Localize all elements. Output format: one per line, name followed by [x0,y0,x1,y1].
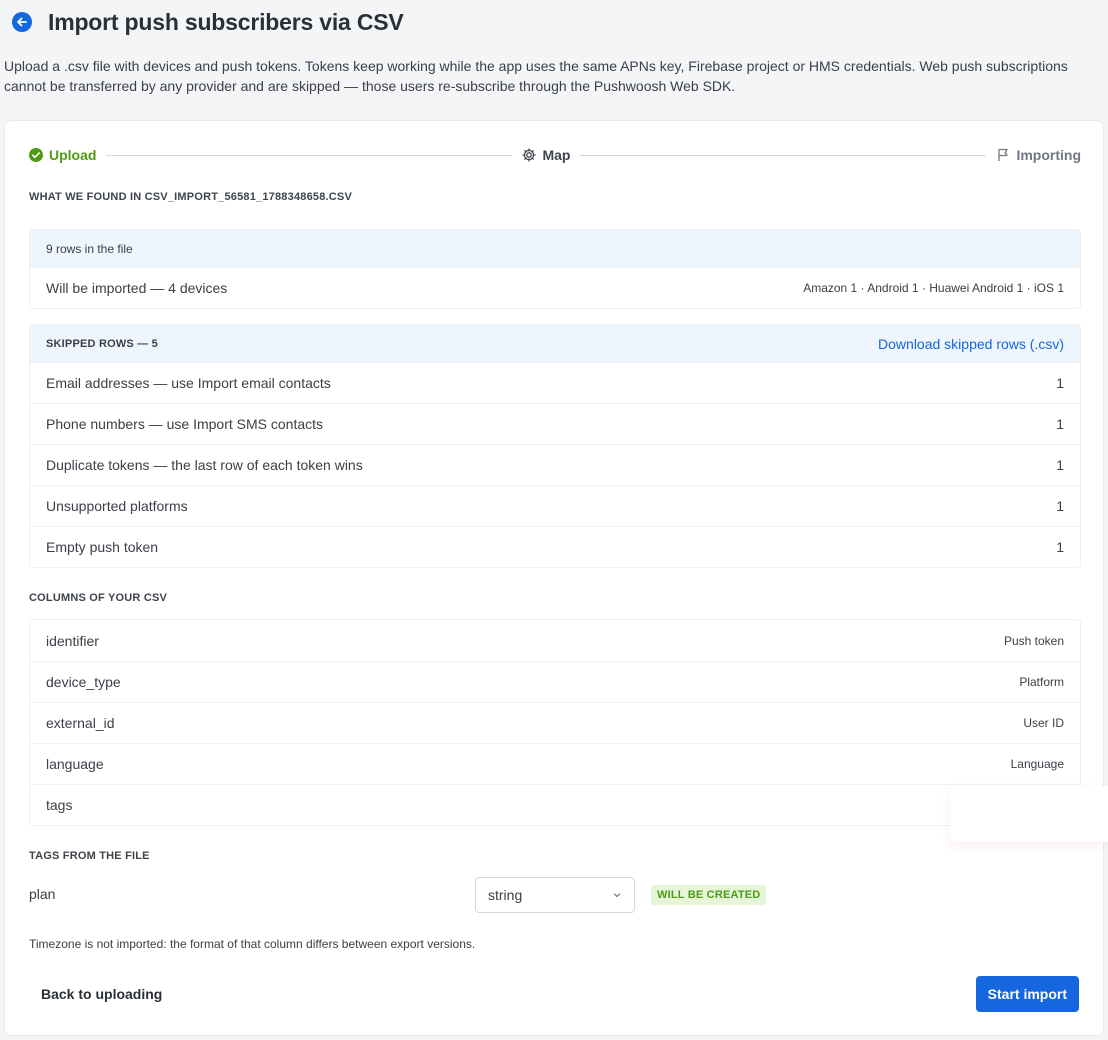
step-upload: Upload [29,147,96,163]
back-button[interactable] [12,12,32,32]
column-name: language [46,756,104,772]
timezone-note: Timezone is not imported: the format of … [29,937,476,951]
skipped-row-count: 1 [1056,375,1064,391]
skipped-row-label: Phone numbers — use Import SMS contacts [46,416,324,432]
skipped-row-count: 1 [1056,457,1064,473]
column-name: external_id [46,715,115,731]
step-map-label: Map [542,147,571,163]
gear-icon [522,148,537,162]
step-connector [106,154,513,156]
skipped-row-label: Email addresses — use Import email conta… [46,375,331,391]
skipped-panel-head: Skipped rows — 5 Download skipped rows (… [30,325,1080,362]
import-card: Upload Map Importing What we found in cs… [4,120,1104,1036]
page-header: Import push subscribers via CSV [12,8,404,36]
found-section-title: What we found in csv_import_56581_178834… [29,191,353,203]
skipped-row: Unsupported platforms 1 [30,485,1080,526]
column-row: device_type Platform [30,661,1080,702]
skipped-row: Duplicate tokens — the last row of each … [30,444,1080,485]
step-upload-label: Upload [49,147,97,163]
step-importing: Importing [996,147,1081,163]
toast-placeholder [950,786,1108,842]
columns-panel: identifier Push token device_type Platfo… [29,619,1081,826]
skipped-row-label: Unsupported platforms [46,498,188,514]
column-name: identifier [46,632,99,649]
rows-in-file: 9 rows in the file [46,241,133,256]
skipped-row-label: Empty push token [46,539,159,555]
status-badge: WILL BE CREATED [651,885,767,905]
download-skipped-link[interactable]: Download skipped rows (.csv) [878,336,1064,352]
skipped-row-count: 1 [1056,539,1064,555]
found-panel-head: 9 rows in the file [30,230,1080,267]
intro-description: Upload a .csv file with devices and push… [4,58,1068,94]
page-title: Import push subscribers via CSV [48,8,404,35]
imported-row: Will be imported — 4 devices Amazon 1 · … [30,267,1080,308]
column-mapped: Push token [1003,633,1064,648]
imported-label: Will be imported — 4 devices [46,280,228,296]
column-mapped: Language [1010,757,1064,771]
stepper: Upload Map Importing [29,145,1081,165]
step-connector [580,154,987,156]
flag-icon [998,148,1009,161]
column-row: tags [30,784,1080,825]
column-row: external_id User ID [30,702,1080,743]
tag-type-select[interactable]: string [475,877,635,913]
skipped-row: Email addresses — use Import email conta… [30,362,1080,403]
tag-name: plan [29,886,56,902]
arrow-left-icon [17,17,27,27]
step-map: Map [522,147,570,163]
skipped-title: Skipped rows — 5 [46,337,158,350]
column-name: tags [46,797,73,813]
column-row: language Language [30,743,1080,784]
back-to-uploading-button[interactable]: Back to uploading [29,976,174,1012]
skipped-panel: Skipped rows — 5 Download skipped rows (… [29,324,1081,568]
skipped-row-label: Duplicate tokens — the last row of each … [46,457,363,473]
skipped-row-count: 1 [1056,416,1064,432]
column-mapped: Platform [1019,675,1064,689]
tag-row: plan string WILL BE CREATED [29,877,769,913]
imported-breakdown: Amazon 1 · Android 1 · Huawei Android 1 … [803,281,1064,295]
columns-section-title: Columns of your CSV [29,592,168,604]
column-name: device_type [46,674,121,690]
skipped-row: Phone numbers — use Import SMS contacts … [30,403,1080,444]
tag-type-value: string [488,887,523,903]
tags-section-title: Tags from the file [29,850,150,862]
check-circle-icon [29,148,43,162]
column-mapped: User ID [1023,716,1064,730]
skipped-row-count: 1 [1056,498,1064,514]
start-import-button[interactable]: Start import [975,976,1079,1012]
column-row: identifier Push token [30,620,1080,661]
skipped-row: Empty push token 1 [30,526,1080,567]
found-panel: 9 rows in the file Will be imported — 4 … [29,229,1081,309]
step-importing-label: Importing [1016,147,1081,163]
chevron-down-icon [613,893,621,898]
